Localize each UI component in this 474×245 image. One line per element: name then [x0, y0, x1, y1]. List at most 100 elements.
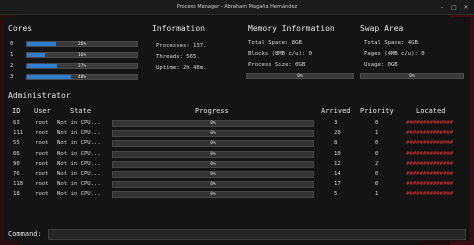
cell-located: ##############: [406, 130, 454, 137]
cell-id: 76: [13, 171, 20, 177]
core-usage-label: 40%: [77, 75, 87, 80]
cell-state: Not in CPU...: [57, 150, 101, 157]
cell-id: 66: [13, 150, 20, 157]
cell-located: ##############: [406, 160, 454, 167]
cell-id: 55: [13, 140, 20, 147]
process-progress-label: 0%: [210, 131, 216, 137]
core-usage-label: 26%: [77, 42, 87, 47]
memory-blocks: Blocks (8MB c/u): 0: [248, 51, 312, 57]
maximize-icon[interactable]: □: [450, 3, 458, 11]
column-header-located[interactable]: Located: [416, 107, 446, 115]
cell-priority: 0: [375, 150, 379, 157]
cell-state: Not in CPU...: [57, 140, 101, 147]
core-usage-bar: 16%: [26, 52, 138, 58]
core-usage-bar: 27%: [26, 63, 138, 69]
process-progress-bar: 0%: [112, 140, 314, 148]
process-progress-label: 0%: [210, 161, 216, 167]
memory-usage-bar: 0%: [246, 73, 354, 79]
column-header-progress[interactable]: Progress: [195, 107, 229, 115]
cell-priority: 1: [375, 191, 379, 198]
cell-state: Not in CPU...: [57, 181, 101, 188]
swap-heading: Swap Area: [360, 24, 404, 33]
process-progress-bar: 0%: [112, 150, 314, 158]
cell-id: 63: [13, 120, 20, 126]
core-usage-label: 16%: [77, 53, 87, 58]
cores-heading: Cores: [8, 24, 33, 33]
cell-located: ##############: [406, 150, 454, 157]
table-row[interactable]: 18 root Not in CPU... 5 1 ############## 0%: [4, 190, 470, 200]
cell-user: root: [35, 140, 49, 147]
cell-state: Not in CPU...: [57, 120, 101, 126]
cell-priority: 0: [375, 171, 379, 177]
command-input[interactable]: [48, 229, 466, 240]
close-icon[interactable]: ✕: [462, 3, 470, 11]
cell-state: Not in CPU...: [57, 160, 101, 167]
cell-state: Not in CPU...: [57, 191, 101, 198]
cell-state: Not in CPU...: [57, 130, 101, 137]
core-index: 0: [10, 41, 14, 47]
cell-user: root: [35, 120, 49, 126]
core-usage-label: 27%: [77, 64, 87, 69]
minimize-icon[interactable]: –: [438, 3, 446, 11]
process-progress-bar: 0%: [112, 160, 314, 168]
core-index: 3: [10, 74, 14, 80]
window-title: Process Manager - Abraham Magaña Hernánd…: [176, 4, 298, 10]
process-progress-label: 0%: [210, 192, 216, 198]
command-bar: Command:: [4, 229, 470, 241]
process-progress-label: 0%: [210, 121, 216, 126]
app-window: Cores 0 26% 1 16% 2 27% 3 40% Informatio…: [4, 17, 470, 241]
process-progress-bar: 0%: [112, 171, 314, 178]
swap-usage: Usage: 0GB: [364, 62, 398, 68]
column-header-arrived[interactable]: Arrived: [321, 107, 351, 115]
core-index: 2: [10, 63, 14, 69]
memory-usage-label: 0%: [297, 74, 303, 79]
column-header-state[interactable]: State: [70, 107, 91, 115]
threads-count: Threads: 565.: [156, 54, 200, 60]
memory-heading: Memory Information: [248, 24, 335, 33]
cell-located: ##############: [406, 120, 454, 126]
column-header-user[interactable]: User: [34, 107, 51, 115]
cell-user: root: [35, 160, 49, 167]
cell-id: 111: [13, 130, 24, 137]
cell-arrived: 10: [334, 150, 341, 157]
core-usage-bar: 40%: [26, 74, 138, 80]
cell-priority: 0: [375, 120, 379, 126]
core-usage-bar: 26%: [26, 41, 138, 47]
memory-total-space: Total Space: 8GB: [248, 40, 302, 46]
command-label: Command:: [8, 230, 42, 238]
cell-arrived: 5: [334, 191, 338, 198]
cell-located: ##############: [406, 140, 454, 147]
memory-process-size: Process Size: 0GB: [248, 62, 306, 68]
table-row[interactable]: 111 root Not in CPU... 20 1 ############## 0%: [4, 129, 470, 139]
table-row[interactable]: 90 root Not in CPU... 12 2 ############## 0%: [4, 160, 470, 170]
table-row[interactable]: 63 root Not in CPU... 3 0 ############## 0%: [4, 119, 470, 129]
table-row[interactable]: 55 root Not in CPU... 8 0 ############## 0%: [4, 139, 470, 149]
column-header-priority[interactable]: Priority: [360, 107, 394, 115]
cell-id: 18: [13, 191, 20, 198]
cell-arrived: 17: [334, 181, 341, 188]
cell-arrived: 12: [334, 160, 341, 167]
process-progress-bar: 0%: [112, 120, 314, 127]
cell-priority: 1: [375, 130, 379, 137]
cell-user: root: [35, 181, 49, 188]
cell-id: 118: [13, 181, 24, 188]
table-row[interactable]: 118 root Not in CPU... 17 0 ############## 0%: [4, 180, 470, 190]
table-row[interactable]: 66 root Not in CPU... 10 0 ############## 0%: [4, 150, 470, 160]
processes-count: Processes: 137.: [156, 43, 207, 49]
cell-located: ##############: [406, 181, 454, 188]
title-bar[interactable]: Process Manager - Abraham Magaña Hernánd…: [0, 0, 474, 15]
cell-id: 90: [13, 160, 20, 167]
uptime-value: Uptime: 2h 48m.: [156, 65, 207, 71]
cell-located: ##############: [406, 191, 454, 198]
cell-user: root: [35, 150, 49, 157]
table-row[interactable]: 76 root Not in CPU... 14 0 ############## 0%: [4, 170, 470, 180]
information-heading: Information: [152, 24, 205, 33]
swap-pages: Pages (4MB c/u): 0: [364, 51, 425, 57]
cell-arrived: 14: [334, 171, 341, 177]
swap-usage-label: 0%: [409, 74, 415, 79]
column-header-id[interactable]: ID: [12, 107, 20, 115]
process-progress-bar: 0%: [112, 191, 314, 199]
core-index: 1: [10, 52, 14, 58]
swap-usage-bar: 0%: [360, 73, 464, 79]
cell-arrived: 3: [334, 120, 338, 126]
